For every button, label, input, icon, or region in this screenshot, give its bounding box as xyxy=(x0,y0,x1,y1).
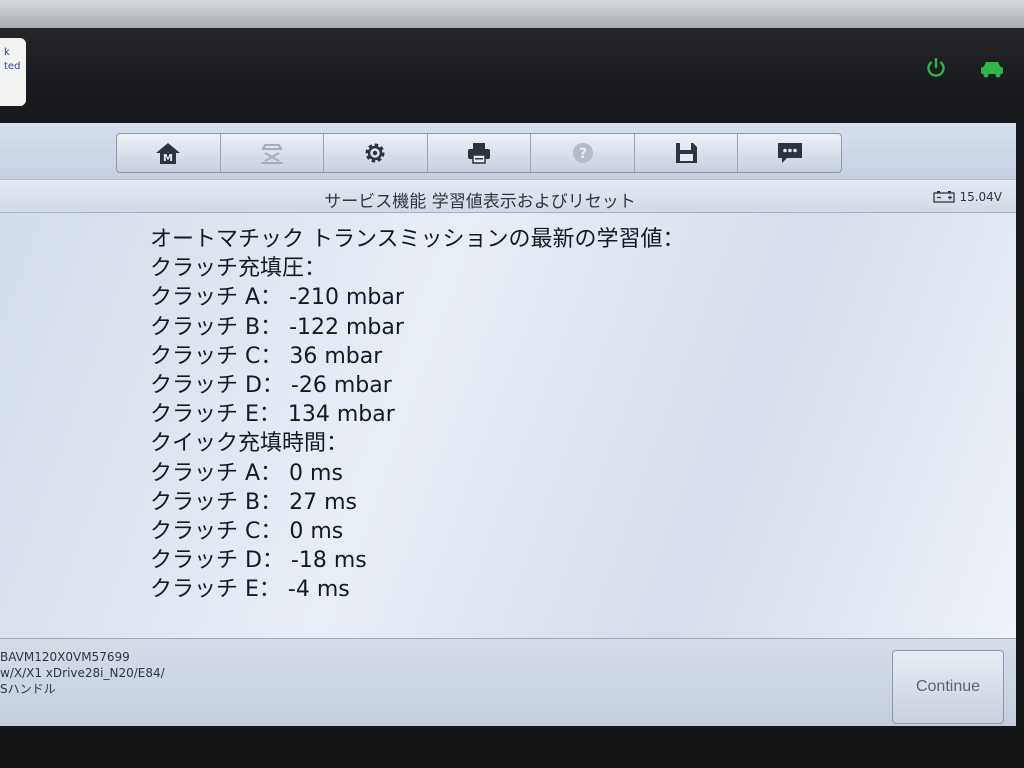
sticker-line: k xyxy=(4,47,10,58)
value-line: クラッチ B： -122 mbar xyxy=(150,314,404,340)
message-icon xyxy=(777,143,802,163)
svg-text:M: M xyxy=(163,153,173,164)
svg-text:?: ? xyxy=(579,146,587,162)
value-line: クラッチ B： 27 ms xyxy=(150,489,357,515)
value-line: クラッチ D： -18 ms xyxy=(150,548,367,574)
vehicle-lift-button[interactable] xyxy=(221,134,325,172)
save-icon xyxy=(676,143,698,163)
value-line: クラッチ A： -210 mbar xyxy=(150,285,404,311)
value-line: クラッチ D： -26 mbar xyxy=(150,373,392,399)
continue-button[interactable]: Continue xyxy=(892,650,1004,724)
section-heading: オートマチック トランスミッションの最新の学習値： xyxy=(150,227,685,252)
vehicle-model: w/X/X1 xDrive28i_N20/E84/ xyxy=(0,666,165,680)
toolbar: M ? xyxy=(0,123,1016,179)
footer-bar: BAVM120X0VM57699 w/X/X1 xDrive28i_N20/E8… xyxy=(0,638,1016,726)
value-line: クラッチ A： 0 ms xyxy=(150,460,343,486)
save-button[interactable] xyxy=(635,134,739,172)
learned-values-list: オートマチック トランスミッションの最新の学習値： クラッチ充填圧： クラッチ … xyxy=(150,225,685,605)
device-sticker: k ted xyxy=(0,38,26,106)
battery-icon xyxy=(933,191,956,203)
value-line: クラッチ C： 36 mbar xyxy=(150,343,383,369)
app-screen: M ? サービス機能 学習値表示およびリセット 15.04V オートマチック ト… xyxy=(0,123,1016,726)
page-title: サービス機能 学習値表示およびリセット xyxy=(324,192,636,212)
device-top-edge xyxy=(0,0,1024,28)
result-panel: オートマチック トランスミッションの最新の学習値： クラッチ充填圧： クラッチ … xyxy=(0,213,1016,638)
value-line: クラッチ E： 134 mbar xyxy=(150,402,395,428)
settings-button[interactable] xyxy=(324,134,428,172)
voltage-value: 15.04V xyxy=(959,190,1002,204)
home-button[interactable]: M xyxy=(117,134,221,172)
title-bar: サービス機能 学習値表示およびリセット 15.04V xyxy=(0,179,1016,213)
vin-number: BAVM120X0VM57699 xyxy=(0,650,130,664)
vehicle-lift-icon xyxy=(260,144,283,164)
gear-icon xyxy=(365,143,385,163)
value-line: クラッチ C： 0 ms xyxy=(150,519,344,545)
print-button[interactable] xyxy=(428,134,532,172)
help-icon: ? xyxy=(572,143,593,163)
subsection-heading: クラッチ充填圧： xyxy=(150,256,327,282)
message-button[interactable] xyxy=(738,134,841,172)
printer-icon xyxy=(468,143,491,164)
steering-type: Sハンドル xyxy=(0,682,56,696)
home-icon: M xyxy=(156,143,181,164)
help-button[interactable]: ? xyxy=(531,134,635,172)
vehicle-info: BAVM120X0VM57699 w/X/X1 xDrive28i_N20/E8… xyxy=(0,649,165,697)
value-line: クラッチ E： -4 ms xyxy=(150,577,350,603)
sticker-line: ted xyxy=(4,61,21,72)
power-icon[interactable] xyxy=(924,56,948,80)
battery-voltage: 15.04V xyxy=(933,190,1002,204)
toolbar-button-group: M ? xyxy=(116,133,842,173)
car-icon[interactable] xyxy=(978,56,1006,80)
subsection-heading: クイック充填時間： xyxy=(150,431,349,457)
device-frame: k ted M ? サービス機能 学習値表示およびリセット 15.04V オート… xyxy=(0,0,1024,768)
